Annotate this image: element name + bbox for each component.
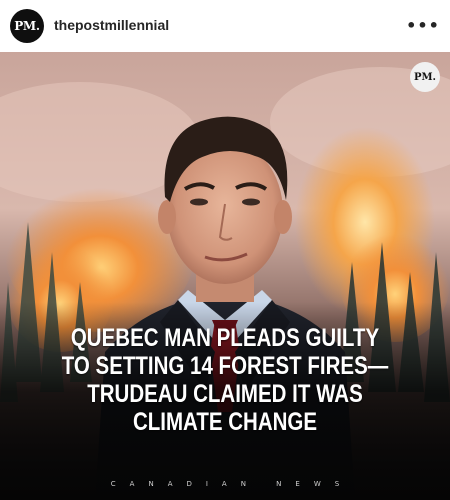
post-image[interactable]: PM. QUEBEC MAN PLEADS GUILTY TO SETTING … (0, 52, 450, 500)
brand-watermark: PM. (410, 62, 440, 92)
headline: QUEBEC MAN PLEADS GUILTY TO SETTING 14 F… (41, 324, 410, 436)
account-username[interactable]: thepostmillennial (54, 17, 169, 33)
headline-line: TO SETTING 14 FOREST FIRES— (61, 352, 389, 380)
more-options-icon[interactable]: ••• (406, 12, 439, 38)
headline-line: TRUDEAU CLAIMED IT WAS (87, 380, 363, 408)
headline-line: CLIMATE CHANGE (132, 408, 318, 436)
post-header: PM. thepostmillennial ••• (0, 0, 450, 52)
account-avatar[interactable]: PM. (10, 9, 44, 43)
brand-label: CANADIAN NEWS (110, 480, 354, 488)
headline-line: QUEBEC MAN PLEADS GUILTY (70, 324, 380, 352)
